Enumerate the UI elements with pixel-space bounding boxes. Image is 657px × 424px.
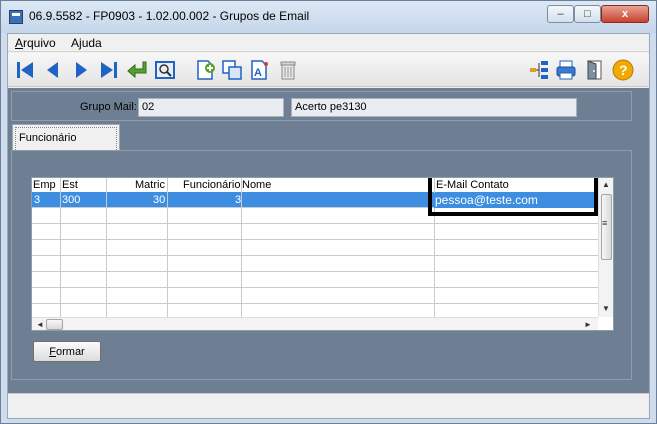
tab-funcionario-body: Emp Est Matric Funcionário Nome E-Mail C… xyxy=(11,150,632,380)
grid-rows: 3 300 30 3 xyxy=(32,192,598,320)
new-document-icon xyxy=(197,60,215,80)
minimize-button[interactable]: – xyxy=(547,5,574,23)
cell-email[interactable]: pessoa@teste.com xyxy=(434,193,594,208)
app-icon xyxy=(9,10,23,24)
table-row[interactable] xyxy=(32,224,598,240)
table-row[interactable] xyxy=(32,288,598,304)
menu-ajuda[interactable]: Ajuda xyxy=(71,36,102,50)
menu-ajuda-pre: A xyxy=(71,36,80,50)
next-record-button[interactable] xyxy=(69,58,93,82)
horizontal-scroll-thumb[interactable] xyxy=(46,319,63,330)
menu-arquivo-accel: A xyxy=(15,36,24,50)
col-divider xyxy=(241,178,242,318)
enter-button[interactable] xyxy=(125,58,149,82)
copy-button[interactable] xyxy=(220,58,244,82)
previous-record-icon xyxy=(47,62,58,78)
print-icon xyxy=(556,60,576,80)
grupo-desc-field[interactable]: Acerto pe3130 xyxy=(291,98,577,117)
col-matric-header[interactable]: Matric xyxy=(135,179,165,191)
close-button[interactable]: x xyxy=(601,5,649,23)
table-row[interactable] xyxy=(32,240,598,256)
enter-icon xyxy=(127,61,147,79)
table-row[interactable] xyxy=(32,272,598,288)
menu-bar: Arquivo Ajuda xyxy=(8,34,649,52)
new-button[interactable] xyxy=(194,58,218,82)
grid-header: Emp Est Matric Funcionário Nome E-Mail C… xyxy=(32,178,598,192)
main-panel: Grupo Mail: 02 Acerto pe3130 Funcionário… xyxy=(8,88,649,418)
app-window: 06.9.5582 - FP0903 - 1.02.00.002 - Grupo… xyxy=(0,0,657,424)
title-bar[interactable]: 06.9.5582 - FP0903 - 1.02.00.002 - Grupo… xyxy=(1,1,656,33)
group-header: Grupo Mail: 02 Acerto pe3130 xyxy=(11,91,632,121)
col-emp-header[interactable]: Emp xyxy=(33,179,56,191)
col-nome-header[interactable]: Nome xyxy=(242,179,271,191)
formar-button[interactable]: Formar xyxy=(33,341,101,362)
grupo-code-field[interactable]: 02 xyxy=(138,98,284,117)
preview-icon xyxy=(155,61,175,79)
scroll-up-arrow-icon[interactable]: ▲ xyxy=(602,180,610,189)
previous-record-button[interactable] xyxy=(41,58,65,82)
menu-arquivo-rest: rquivo xyxy=(23,36,56,50)
table-row[interactable] xyxy=(32,256,598,272)
exit-button[interactable] xyxy=(583,58,607,82)
exit-door-icon xyxy=(587,60,602,80)
col-divider xyxy=(106,178,107,318)
cell-emp: 3 xyxy=(34,194,41,206)
col-est-header[interactable]: Est xyxy=(62,179,78,191)
formar-rest: ormar xyxy=(56,345,85,358)
cell-est: 300 xyxy=(62,194,81,206)
scroll-down-arrow-icon[interactable]: ▼ xyxy=(602,304,610,313)
menu-arquivo[interactable]: Arquivo xyxy=(15,36,56,50)
formar-accel: F xyxy=(49,345,56,358)
toolbar: A ? xyxy=(8,53,649,87)
preview-button[interactable] xyxy=(153,58,177,82)
svg-text:?: ? xyxy=(619,62,628,78)
tree-button[interactable] xyxy=(527,58,551,82)
vertical-scrollbar[interactable]: ▲ ≡ ▼ xyxy=(598,178,613,317)
scroll-left-arrow-icon[interactable]: ◄ xyxy=(36,320,44,329)
delete-button[interactable] xyxy=(276,58,300,82)
tab-funcionario[interactable]: Funcionário xyxy=(12,124,120,152)
tree-icon xyxy=(530,61,548,79)
next-record-icon xyxy=(76,62,87,78)
horizontal-scrollbar[interactable]: ◄ ► xyxy=(32,317,598,330)
maximize-button[interactable]: □ xyxy=(574,5,601,23)
client-area: Arquivo Ajuda A ? Grupo Mail: 02 Acerto … xyxy=(7,33,650,419)
trash-icon xyxy=(280,61,296,80)
first-record-icon xyxy=(17,62,33,78)
col-email-header[interactable]: E-Mail Contato xyxy=(436,179,509,191)
col-divider xyxy=(167,178,168,318)
edit-text-button[interactable]: A xyxy=(248,58,272,82)
col-divider xyxy=(60,178,61,318)
col-funcionario-header[interactable]: Funcionário xyxy=(183,179,240,191)
last-record-icon xyxy=(101,62,117,78)
menu-ajuda-rest: uda xyxy=(81,36,102,50)
grip-icon: ≡ xyxy=(602,218,608,228)
employees-grid[interactable]: Emp Est Matric Funcionário Nome E-Mail C… xyxy=(31,177,614,331)
last-record-button[interactable] xyxy=(97,58,121,82)
copy-icon xyxy=(222,60,242,80)
table-row[interactable] xyxy=(32,208,598,224)
scroll-right-arrow-icon[interactable]: ► xyxy=(584,320,592,329)
window-title: 06.9.5582 - FP0903 - 1.02.00.002 - Grupo… xyxy=(29,9,310,23)
text-edit-icon: A xyxy=(251,60,268,80)
help-button[interactable]: ? xyxy=(611,58,635,82)
grupo-mail-label: Grupo Mail: xyxy=(80,101,137,113)
print-button[interactable] xyxy=(554,58,578,82)
help-icon: ? xyxy=(612,59,634,81)
cell-matric: 30 xyxy=(153,194,166,206)
first-record-button[interactable] xyxy=(13,58,37,82)
svg-text:A: A xyxy=(254,67,262,79)
status-bar xyxy=(8,393,649,418)
